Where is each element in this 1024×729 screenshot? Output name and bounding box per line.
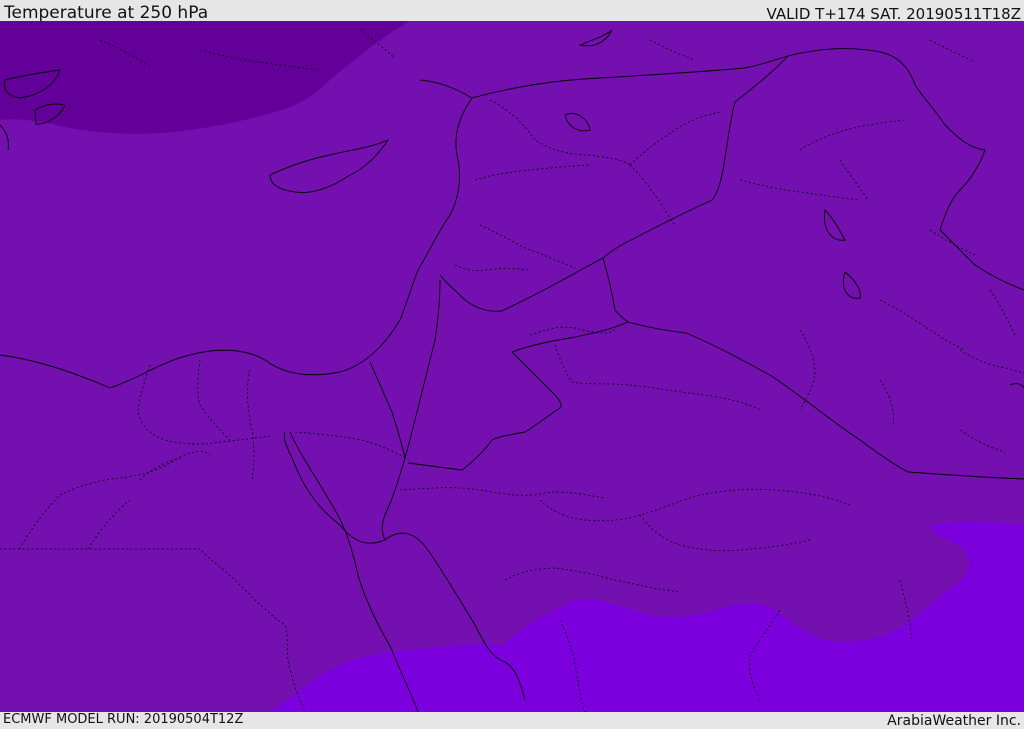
credit-label: ArabiaWeather Inc. [887, 713, 1021, 729]
weather-map[interactable] [0, 21, 1024, 712]
map-title: Temperature at 250 hPa [4, 3, 209, 23]
header-bar: Temperature at 250 hPa VALID T+174 SAT. … [0, 0, 1024, 23]
map-canvas [0, 21, 1024, 712]
model-run-label: ECMWF MODEL RUN: 20190504T12Z [3, 712, 244, 727]
footer-bar: ECMWF MODEL RUN: 20190504T12Z ArabiaWeat… [0, 712, 1024, 729]
